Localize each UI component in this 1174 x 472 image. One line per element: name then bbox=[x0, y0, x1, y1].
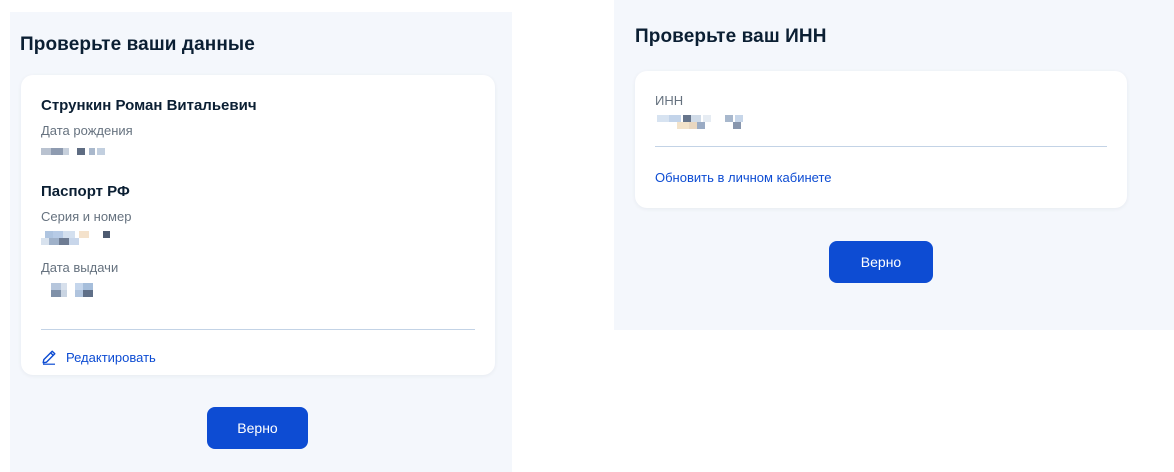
inn-card-divider bbox=[655, 146, 1107, 147]
inn-label: ИНН bbox=[655, 93, 684, 108]
card-divider bbox=[41, 329, 475, 330]
personal-data-panel: Проверьте ваши данные Стрункин Роман Вит… bbox=[10, 12, 512, 472]
personal-data-card: Стрункин Роман Витальевич Дата рождения … bbox=[21, 75, 495, 375]
passport-series-value-masked bbox=[41, 231, 131, 247]
inn-value-masked bbox=[655, 115, 765, 131]
inn-card: ИНН Обновить в личном кабинете bbox=[635, 71, 1127, 208]
inn-title: Проверьте ваш ИНН bbox=[635, 26, 827, 47]
confirm-data-button[interactable]: Верно bbox=[207, 407, 308, 449]
update-in-cabinet-link[interactable]: Обновить в личном кабинете bbox=[655, 170, 832, 185]
edit-link-label: Редактировать bbox=[66, 349, 156, 365]
inn-panel: Проверьте ваш ИНН ИНН Обновить в личном … bbox=[614, 0, 1174, 330]
edit-link[interactable]: Редактировать bbox=[41, 349, 156, 365]
confirm-inn-button[interactable]: Верно bbox=[829, 241, 933, 283]
full-name: Стрункин Роман Витальевич bbox=[41, 97, 257, 114]
birth-date-label: Дата рождения bbox=[41, 123, 133, 138]
pencil-icon bbox=[42, 350, 56, 365]
personal-data-title: Проверьте ваши данные bbox=[20, 34, 255, 55]
issue-date-label: Дата выдачи bbox=[41, 260, 119, 275]
birth-date-value-masked bbox=[41, 148, 111, 162]
issue-date-value-masked bbox=[41, 283, 111, 299]
passport-series-label: Серия и номер bbox=[41, 209, 132, 224]
passport-section-title: Паспорт РФ bbox=[41, 183, 130, 200]
